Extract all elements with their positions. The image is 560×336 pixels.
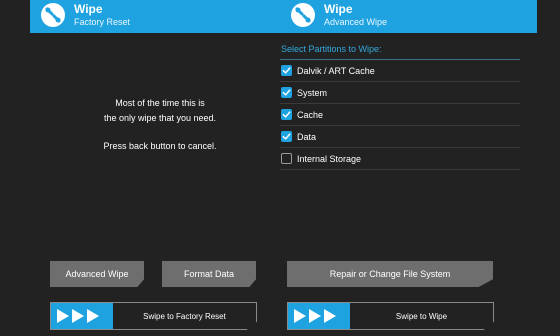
partition-label: Dalvik / ART Cache [297, 65, 375, 76]
repair-filesystem-button[interactable]: Repair or Change File System [287, 261, 493, 287]
checkbox-unchecked-icon[interactable] [281, 153, 292, 164]
repair-filesystem-label: Repair or Change File System [329, 269, 451, 279]
arrow-right-icon [324, 309, 336, 323]
info-line: Most of the time this is [115, 98, 205, 108]
checkbox-checked-icon[interactable] [281, 131, 292, 142]
swipe-label: Swipe to Factory Reset [143, 311, 226, 321]
factory-reset-info: Most of the time this is the only wipe t… [60, 96, 260, 154]
header-title: Wipe [324, 1, 353, 16]
swipe-handle[interactable] [51, 303, 113, 329]
swipe-wipe-slider[interactable]: Swipe to Wipe [287, 302, 494, 330]
factory-reset-panel: Wipe Factory Reset Most of the time this… [0, 0, 280, 336]
arrow-right-icon [57, 309, 69, 323]
partition-row[interactable]: Data [280, 126, 520, 148]
partition-list: Select Partitions to Wipe: Dalvik / ART … [280, 44, 520, 170]
arrow-right-icon [294, 309, 306, 323]
partition-label: Cache [297, 109, 324, 120]
swipe-label: Swipe to Wipe [395, 311, 448, 321]
swipe-handle[interactable] [288, 303, 350, 329]
format-data-button[interactable]: Format Data [162, 261, 256, 287]
checkbox-checked-icon[interactable] [281, 65, 292, 76]
checkbox-checked-icon[interactable] [281, 109, 292, 120]
arrow-right-icon [87, 309, 99, 323]
partition-row[interactable]: Cache [280, 104, 520, 126]
partition-row[interactable]: Dalvik / ART Cache [280, 60, 520, 82]
partition-label: Internal Storage [297, 153, 362, 164]
header-subtitle: Factory Reset [74, 16, 131, 27]
partition-list-title: Select Partitions to Wipe: [281, 44, 382, 54]
twrp-logo-icon [291, 2, 315, 27]
advanced-wipe-button[interactable]: Advanced Wipe [50, 261, 144, 287]
arrow-right-icon [309, 309, 321, 323]
partition-label: System [297, 87, 328, 98]
twrp-logo-icon [41, 2, 65, 27]
partition-label: Data [297, 131, 317, 142]
partition-row[interactable]: Internal Storage [280, 148, 520, 170]
advanced-wipe-header: Wipe Advanced Wipe [280, 0, 537, 33]
header-subtitle: Advanced Wipe [324, 16, 388, 27]
advanced-wipe-panel: Wipe Advanced Wipe Select Partitions to … [280, 0, 560, 336]
info-line: the only wipe that you need. [103, 113, 217, 123]
format-data-label: Format Data [183, 269, 234, 279]
arrow-right-icon [72, 309, 84, 323]
checkbox-checked-icon[interactable] [281, 87, 292, 98]
advanced-wipe-label: Advanced Wipe [65, 269, 129, 279]
partition-row[interactable]: System [280, 82, 520, 104]
swipe-factory-reset-slider[interactable]: Swipe to Factory Reset [50, 302, 257, 330]
info-line: Press back button to cancel. [103, 141, 217, 151]
factory-reset-header: Wipe Factory Reset [30, 0, 280, 33]
header-title: Wipe [74, 1, 103, 16]
